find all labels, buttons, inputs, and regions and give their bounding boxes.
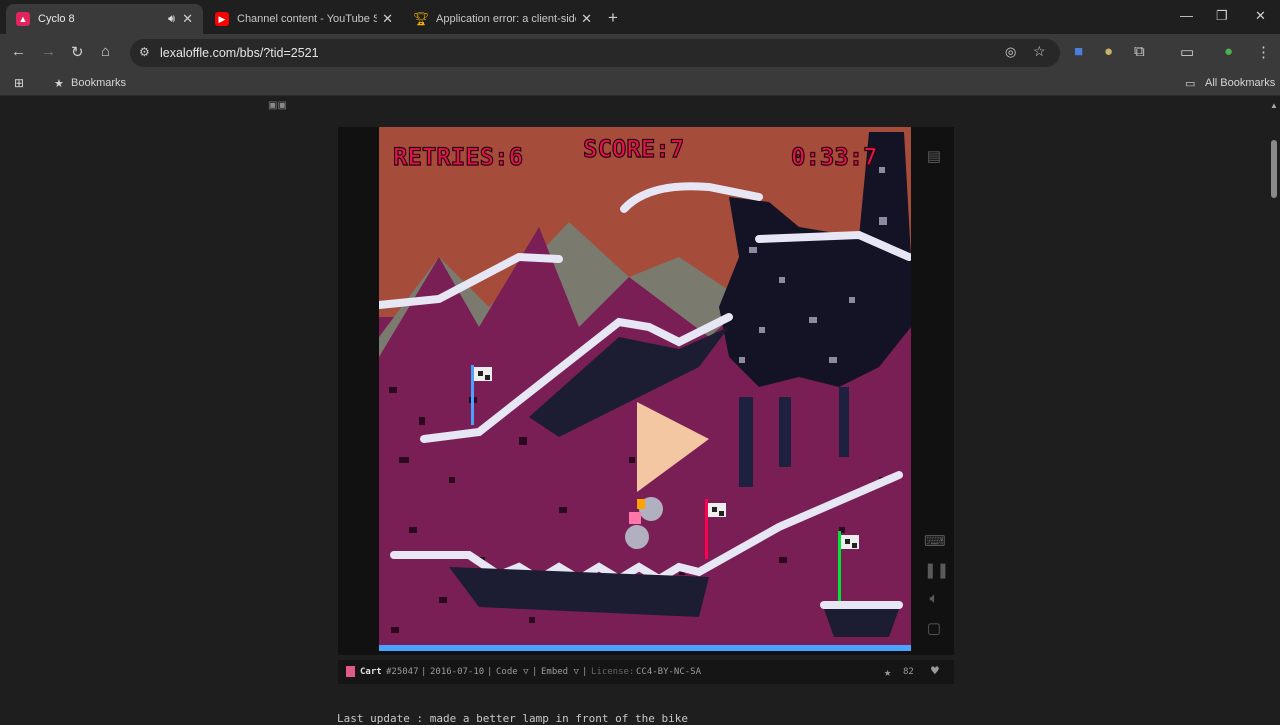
address-bar[interactable]: ⚙ lexaloffle.com/bbs/?tid=2521 ◎ ☆	[130, 39, 1060, 67]
trophy-icon: 🏆︎	[412, 11, 430, 26]
menu-kebab-icon[interactable]: ⋮	[1256, 43, 1271, 61]
fullscreen-toggle-icon[interactable]: ▣▣	[268, 100, 287, 111]
new-tab-icon[interactable]: +	[608, 8, 618, 28]
home-icon[interactable]: ⌂	[101, 43, 110, 60]
heart-icon[interactable]: ♥	[931, 664, 939, 679]
bookmarks-bar: ⊞ ★ Bookmarks ▭ All Bookmarks	[0, 72, 1280, 96]
cart-id[interactable]: #25047	[386, 667, 419, 677]
tab-youtube-studio[interactable]: ▶ Channel content - YouTube Stu ✕	[205, 4, 403, 34]
url-text[interactable]: lexaloffle.com/bbs/?tid=2521	[160, 46, 319, 60]
tab-title: Cyclo 8	[38, 13, 75, 25]
close-tab-icon[interactable]: ✕	[581, 11, 592, 27]
close-tab-icon[interactable]: ✕	[182, 11, 193, 27]
progress-strip	[379, 645, 911, 651]
tab-application-error[interactable]: 🏆︎ Application error: a client-side e ✕	[404, 4, 602, 34]
pause-icon[interactable]: ❚❚	[924, 561, 949, 581]
game-canvas: RETRIES:6 SCORE:7 0:33:7	[379, 127, 911, 651]
profile-avatar-icon[interactable]: ●	[1224, 43, 1233, 60]
mute-icon[interactable]: 🔈︎	[924, 590, 944, 610]
extension-shield-icon[interactable]: ■	[1074, 43, 1083, 60]
close-window-icon[interactable]: ✕	[1255, 8, 1266, 24]
bookmark-star-icon[interactable]: ☆	[1033, 43, 1046, 60]
browser-toolbar: ← → ↻ ⌂ ⚙ lexaloffle.com/bbs/?tid=2521 ◎…	[0, 34, 1280, 72]
back-icon[interactable]: ←	[11, 43, 26, 60]
cart-info-bar: Cart #25047 | 2016-07-10 | Code ▽ | Embe…	[338, 660, 954, 684]
cart-icon	[346, 666, 355, 677]
license-label: License:	[591, 667, 635, 677]
code-dropdown[interactable]: Code ▽	[496, 667, 529, 677]
star-icon[interactable]: ★	[884, 665, 891, 679]
folder-icon: ▭	[1185, 78, 1196, 90]
cart-date: 2016-07-10	[430, 667, 485, 677]
minimize-icon[interactable]: —	[1180, 8, 1193, 23]
all-bookmarks-button[interactable]: All Bookmarks	[1205, 77, 1275, 89]
tab-search-icon[interactable]: ▭	[1180, 43, 1194, 61]
star-count: 82	[903, 667, 914, 677]
speaker-icon[interactable]: 🔊︎	[168, 13, 175, 26]
game-screen[interactable]: RETRIES:6 SCORE:7 0:33:7	[379, 127, 911, 651]
site-info-icon[interactable]: ⚙	[139, 45, 150, 59]
gamepad-icon[interactable]: ⌨	[924, 532, 946, 552]
youtube-favicon-icon: ▶	[215, 12, 229, 26]
tab-title: Application error: a client-side e	[436, 13, 576, 25]
fullscreen-icon[interactable]: ▢	[924, 619, 944, 639]
post-text: Last update : made a better lamp in fron…	[337, 712, 688, 725]
tab-title: Channel content - YouTube Stu	[237, 13, 377, 25]
bookmark-star-icon: ★	[54, 78, 64, 90]
bookmarks-folder[interactable]: Bookmarks	[71, 77, 126, 89]
tab-cyclo8[interactable]: ▲ Cyclo 8 🔊︎ ✕	[6, 4, 203, 34]
extension-globe-icon[interactable]: ●	[1104, 43, 1113, 60]
scroll-up-icon[interactable]: ▲	[1270, 101, 1278, 110]
license-value[interactable]: CC4-BY-NC-SA	[636, 667, 701, 677]
restore-icon[interactable]: ❐	[1216, 8, 1228, 24]
hud-timer: 0:33:7	[791, 143, 878, 171]
extensions-puzzle-icon[interactable]: ⧉	[1134, 43, 1145, 60]
scrollbar-thumb[interactable]	[1271, 140, 1277, 198]
close-tab-icon[interactable]: ✕	[382, 11, 393, 27]
cart-info-icon[interactable]: ▤	[924, 147, 944, 167]
embed-dropdown[interactable]: Embed ▽	[541, 667, 579, 677]
hud-score: SCORE:7	[583, 135, 684, 163]
tab-strip: ▲ Cyclo 8 🔊︎ ✕ ▶ Channel content - YouTu…	[0, 0, 1280, 34]
hud-retries: RETRIES:6	[393, 143, 523, 171]
forward-icon[interactable]: →	[41, 43, 56, 60]
apps-grid-icon[interactable]: ⊞	[14, 76, 24, 90]
pico8-favicon-icon: ▲	[16, 12, 30, 26]
reload-icon[interactable]: ↻	[71, 43, 84, 61]
eye-off-icon[interactable]: ◎	[1005, 44, 1016, 60]
cart-label: Cart	[360, 667, 382, 677]
